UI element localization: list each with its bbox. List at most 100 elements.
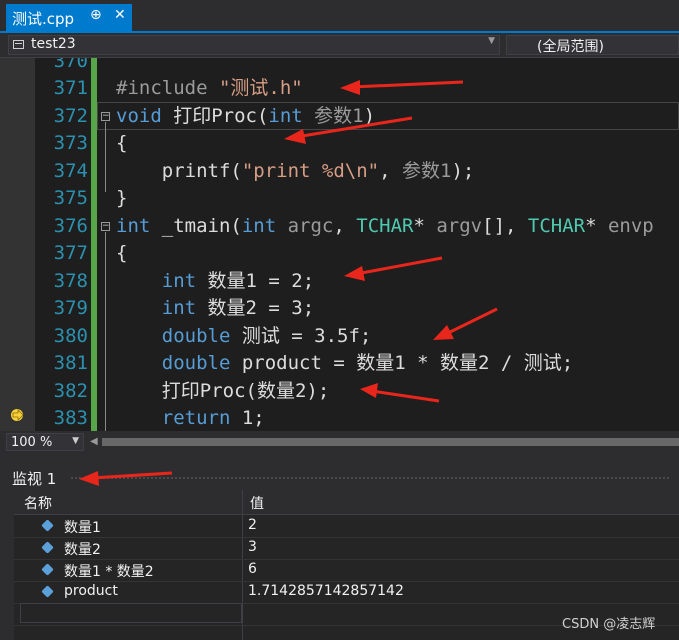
line-number: 381 <box>53 352 88 374</box>
tab-file-label: 测试.cpp <box>12 10 75 28</box>
fold-guide <box>105 232 106 431</box>
watch-name: 数量1 <box>64 520 101 536</box>
keyword: int <box>241 215 277 237</box>
line-number: 370 <box>53 58 88 72</box>
keyword: int <box>116 270 197 292</box>
table-row[interactable]: 数量1 * 数量2 6 <box>14 559 679 582</box>
watch-name: 数量1 * 数量2 <box>64 564 154 580</box>
table-row[interactable]: product 1.7142857142857142 <box>14 581 679 604</box>
pointer: * <box>413 215 437 237</box>
table-row[interactable]: 数量2 3 <box>14 537 679 560</box>
zoom-dropdown[interactable]: 100 % ▼ <box>6 433 84 451</box>
drag-grip[interactable] <box>70 476 670 480</box>
type-name: TCHAR <box>356 215 414 237</box>
paren: ) <box>363 105 376 127</box>
variable-icon <box>41 519 54 532</box>
horizontal-scrollbar[interactable] <box>102 438 679 446</box>
navigation-bar: test23 ▼ (全局范围) <box>0 33 679 58</box>
scroll-left-icon[interactable]: ◀ <box>90 436 98 447</box>
code-line-376: int _tmain(int argc, TCHAR* argv[], TCHA… <box>116 213 654 240</box>
comma: [], <box>482 215 528 237</box>
keyword: int <box>116 297 197 319</box>
collapse-toggle-icon[interactable]: − <box>101 112 110 121</box>
parameter: 参数1 <box>302 105 364 127</box>
watermark: CSDN @凌志辉 <box>562 617 656 632</box>
variable-icon <box>41 541 54 554</box>
call-end: ); <box>451 160 475 182</box>
watch-value: 3 <box>248 539 257 555</box>
new-watch-input[interactable] <box>20 603 242 623</box>
close-icon[interactable]: ✕ <box>114 7 126 23</box>
tab-file[interactable]: 测试.cpp ⊕ ✕ <box>6 4 132 31</box>
parameter: argv <box>436 215 483 237</box>
code-line-381: double product = 数量1 * 数量2 / 测试; <box>116 350 573 377</box>
keyword: double <box>116 352 231 374</box>
code-line-378: int 数量1 = 2; <box>116 268 314 295</box>
statement: 数量1 = 2; <box>196 270 315 292</box>
parameter: argc <box>276 215 334 237</box>
fold-guide <box>105 122 106 192</box>
chevron-down-icon: ▼ <box>488 36 495 46</box>
panel-gap <box>0 453 679 463</box>
code-editor[interactable]: 370 371 372 373 374 375 376 377 378 379 380 381 382 3… <box>0 58 679 431</box>
watch-name: product <box>64 583 118 599</box>
line-number: 382 <box>53 380 88 402</box>
keyword: int <box>116 215 151 237</box>
watch-value: 1.7142857142857142 <box>248 583 404 599</box>
project-icon <box>13 40 24 49</box>
function-name: _tmain( <box>150 215 242 237</box>
collapse-toggle-icon[interactable]: − <box>101 222 110 231</box>
line-number: 379 <box>53 297 88 319</box>
code-line-382: 打印Proc(数量2); <box>116 380 330 402</box>
type-name: TCHAR <box>527 215 586 237</box>
line-number: 376 <box>53 215 88 237</box>
call-text: printf( <box>116 160 242 182</box>
watch-value: 6 <box>248 561 257 577</box>
line-number: 375 <box>53 187 88 209</box>
keyword: void <box>116 105 162 127</box>
parameter: envp <box>607 215 654 237</box>
watch-panel-title[interactable]: 监视 1 <box>12 468 56 489</box>
project-label: test23 <box>31 36 76 52</box>
table-row[interactable]: 数量1 2 <box>14 515 679 538</box>
code-line-380: double 测试 = 3.5f; <box>116 323 372 350</box>
line-number: 373 <box>53 132 88 154</box>
tab-bar: 测试.cpp ⊕ ✕ <box>0 0 679 33</box>
line-number: 378 <box>53 270 88 292</box>
project-dropdown[interactable]: test23 ▼ <box>8 35 500 55</box>
line-number: 372 <box>53 105 88 127</box>
column-header-name[interactable]: 名称 <box>24 493 52 513</box>
function-name: 打印Proc( <box>161 105 269 127</box>
variable-icon <box>41 585 54 598</box>
keyword: return <box>116 407 231 429</box>
code-line-371: #include "测试.h" <box>116 75 303 102</box>
comma: , <box>333 215 357 237</box>
watch-left-gutter <box>0 490 14 640</box>
watch-name: 数量2 <box>64 542 101 558</box>
watch-value: 2 <box>248 517 257 533</box>
column-header-value[interactable]: 值 <box>250 493 264 513</box>
scope-dropdown[interactable]: (全局范围) <box>506 35 679 55</box>
watch-table-header: 名称 值 <box>14 490 679 515</box>
preprocessor: #include <box>116 77 219 99</box>
statement: 测试 = 3.5f; <box>230 325 372 347</box>
variable-icon <box>41 563 54 576</box>
indicator-margin[interactable] <box>0 58 35 431</box>
zoom-level: 100 % <box>11 435 53 450</box>
keyword: double <box>116 325 231 347</box>
code-line-379: int 数量2 = 3; <box>116 295 314 322</box>
line-number: 377 <box>53 242 88 264</box>
line-number: 374 <box>53 160 88 182</box>
comma: , <box>379 160 403 182</box>
pin-icon[interactable]: ⊕ <box>90 7 102 23</box>
statement: 数量2 = 3; <box>196 297 315 319</box>
scope-label: (全局范围) <box>537 39 604 55</box>
statement: product = 数量1 * 数量2 / 测试; <box>230 352 574 374</box>
code-line-372: void 打印Proc(int 参数1) <box>116 103 375 130</box>
watch-panel-header: 监视 1 <box>0 463 679 489</box>
code-line-373: { <box>116 132 128 154</box>
line-number: 380 <box>53 325 88 347</box>
line-number: 383 <box>53 407 88 429</box>
line-number: 371 <box>53 77 88 99</box>
statement: 1; <box>230 407 265 429</box>
